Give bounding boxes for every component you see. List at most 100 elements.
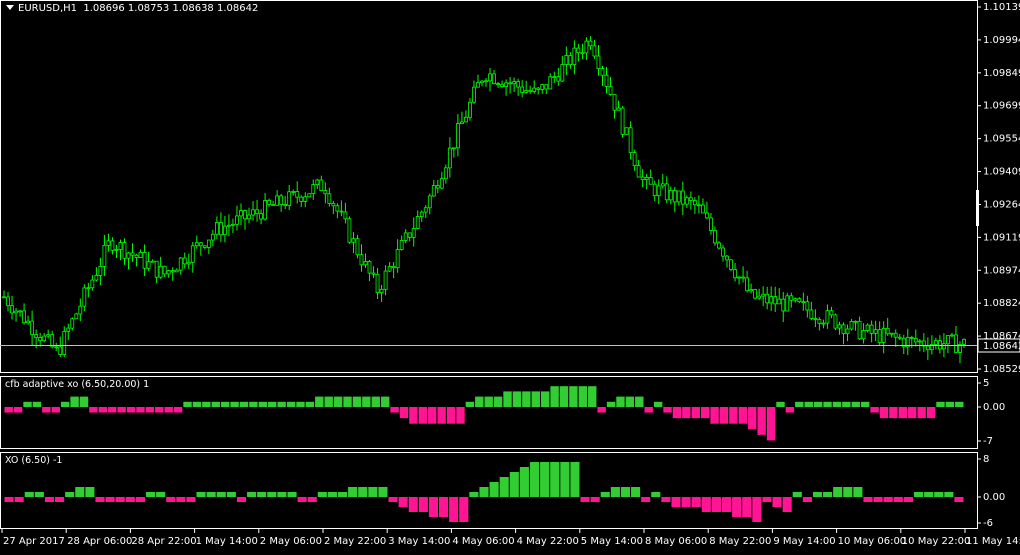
candle-body (70, 318, 75, 329)
candle-body (66, 327, 71, 332)
candle-body (845, 328, 850, 335)
candle-body (484, 80, 488, 83)
histogram-bar (879, 407, 889, 419)
histogram-bar (833, 487, 843, 497)
histogram-bar (277, 492, 287, 497)
histogram-bar (757, 407, 766, 435)
candle-body (38, 337, 43, 341)
histogram-bar (176, 497, 186, 502)
candle-body (26, 320, 31, 324)
candle-body (950, 334, 954, 337)
histogram-bar (115, 497, 125, 502)
histogram-bar (32, 401, 42, 407)
histogram-bar (729, 407, 738, 424)
candle-body (676, 190, 681, 203)
indicator2-axis: 8 0.00 -6 (977, 454, 1005, 529)
histogram-bar (823, 401, 832, 407)
histogram-bar (236, 497, 247, 502)
candle-body (271, 203, 276, 206)
candle-body (190, 245, 195, 263)
histogram-bar (590, 497, 600, 502)
histogram-bar (711, 497, 721, 512)
candle-body (540, 84, 545, 90)
histogram-bar (653, 401, 663, 407)
current-price-label: 1.08642 (983, 341, 1020, 352)
candle-body (347, 218, 352, 243)
histogram-bar (512, 391, 522, 407)
xo-histogram (4, 462, 964, 522)
candle-body (849, 320, 854, 330)
candle-body (387, 265, 392, 272)
candle-body (391, 265, 396, 269)
histogram-bar (843, 487, 853, 497)
candle-body (628, 127, 633, 154)
candle-body (2, 296, 6, 299)
histogram-bar (428, 497, 439, 517)
candle-body (46, 334, 51, 337)
candle-body (460, 121, 464, 125)
candle-body (263, 200, 267, 220)
histogram-bar (307, 497, 317, 502)
histogram-bar (408, 497, 418, 512)
candle-body (877, 329, 882, 343)
candle-body (146, 261, 151, 269)
chart-canvas[interactable]: 1.10139 1.09994 1.09849 1.09699 1.09554 1.094… (0, 0, 1020, 551)
candle-body (235, 215, 239, 225)
histogram-bar (719, 407, 729, 424)
price-tick-label: 1.09409 (983, 167, 1020, 178)
histogram-bar (944, 492, 954, 497)
price-tick-label: 1.08824 (983, 298, 1020, 309)
histogram-bar (883, 497, 893, 502)
histogram-bar (493, 396, 503, 407)
symbol-label: EURUSD,H1 (18, 3, 78, 14)
price-tick-label: 1.09264 (983, 199, 1020, 210)
candle-body (692, 200, 697, 206)
histogram-bar (560, 462, 570, 497)
time-tick-label: 28 Apr 06:00 (67, 536, 132, 547)
candle-body (696, 204, 701, 207)
chart-menu-triangle-icon[interactable] (6, 5, 14, 10)
candle-body (805, 301, 810, 311)
candle-body (861, 330, 866, 340)
histogram-bar (343, 396, 352, 407)
indicator1-title: cfb adaptive xo (6.50,20.00) 1 (5, 379, 150, 390)
histogram-bar (145, 492, 156, 497)
histogram-bar (732, 497, 742, 517)
candle-body (568, 55, 573, 65)
candle-body (30, 320, 35, 335)
chart-window[interactable]: 1.10139 1.09994 1.09849 1.09699 1.09554 1.094… (0, 0, 1020, 551)
price-tick-label: 1.09119 (983, 232, 1020, 243)
candle-body (813, 318, 818, 320)
chart-header[interactable]: EURUSD,H1 1.08696 1.08753 1.08638 1.0864… (6, 3, 258, 14)
histogram-bar (588, 386, 597, 407)
candle-body (480, 80, 484, 84)
candle-body (14, 310, 18, 314)
histogram-bar (873, 497, 883, 502)
histogram-bar (226, 492, 236, 497)
histogram-bar (663, 407, 672, 413)
histogram-bar (155, 407, 164, 413)
histogram-bar (257, 492, 267, 497)
time-tick-label: 2 May 22:00 (324, 536, 386, 547)
histogram-bar (42, 407, 51, 413)
histogram-bar (766, 407, 776, 441)
candle-body (701, 204, 705, 214)
histogram-bar (439, 497, 449, 517)
histogram-bar (368, 487, 378, 497)
histogram-bar (610, 487, 620, 497)
candle-body (937, 340, 942, 350)
candle-body (464, 116, 468, 123)
histogram-bar (671, 497, 681, 507)
candle-body (580, 52, 585, 55)
histogram-bar (126, 407, 136, 413)
candle-body (468, 101, 472, 118)
candle-body (688, 197, 693, 201)
candle-body (640, 176, 645, 180)
price-scale-marker[interactable] (976, 190, 979, 226)
candle-body (319, 179, 324, 191)
candle-body (170, 270, 175, 273)
candle-body (636, 165, 641, 178)
candle-body (106, 240, 111, 246)
histogram-bar (268, 401, 277, 407)
candle-body (411, 228, 416, 238)
